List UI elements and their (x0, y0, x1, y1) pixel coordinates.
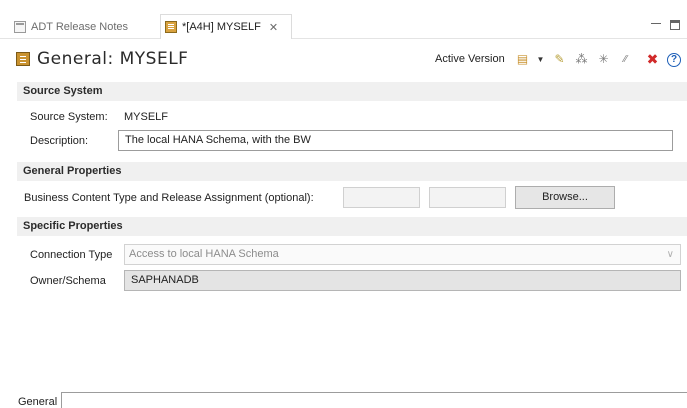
description-label: Description: (30, 135, 89, 147)
activate-icon[interactable]: ✎ (553, 53, 566, 66)
datasource-icon (16, 52, 30, 66)
release-assignment-field[interactable] (429, 187, 506, 208)
tab-label: *[A4H] MYSELF (182, 21, 261, 33)
connection-type-select[interactable]: Access to local HANA Schema ∨ (124, 244, 681, 265)
business-content-type-field[interactable] (343, 187, 420, 208)
tab-label: ADT Release Notes (31, 20, 129, 33)
network-icon[interactable]: ✳ (597, 53, 610, 66)
version-label: Active Version (435, 53, 505, 65)
error-icon[interactable]: ✖ (646, 52, 659, 66)
connection-type-label: Connection Type (30, 249, 113, 261)
source-system-label: Source System: (30, 111, 108, 123)
help-icon[interactable]: ? (667, 53, 681, 67)
editor-tab-bar: ADT Release Notes *[A4H] MYSELF ✕ (0, 14, 687, 39)
section-specific-properties: Specific Properties (17, 217, 687, 236)
source-system-value: MYSELF (124, 111, 169, 123)
page-title: General: MYSELF (37, 49, 189, 69)
section-source-system: Source System (17, 82, 687, 101)
connection-type-value: Access to local HANA Schema (129, 248, 279, 260)
tab-general[interactable]: General (18, 396, 57, 408)
owner-schema-field: SAPHANADB (124, 270, 681, 291)
editor-header: General: MYSELF Active Version ▤ ▼ ✎ ⁂ ✳… (0, 44, 687, 74)
edit-path-icon[interactable]: ⁄⁄ (619, 53, 632, 66)
chevron-down-icon[interactable]: ▼ (534, 53, 547, 66)
datasource-icon (165, 21, 177, 33)
tab-adt-release-notes[interactable]: ADT Release Notes (14, 14, 128, 39)
section-general-properties: General Properties (17, 162, 687, 181)
close-tab-icon[interactable]: ✕ (269, 21, 278, 34)
document-icon (14, 20, 26, 33)
description-field[interactable]: The local HANA Schema, with the BW (118, 130, 673, 151)
tab-myself[interactable]: *[A4H] MYSELF ✕ (160, 14, 292, 39)
chevron-down-icon: ∨ (666, 249, 674, 260)
show-version-icon[interactable]: ▤ (516, 53, 529, 66)
maximize-icon[interactable] (670, 20, 680, 30)
hierarchy-icon[interactable]: ⁂ (575, 53, 588, 66)
owner-schema-label: Owner/Schema (30, 275, 106, 287)
minimize-icon[interactable] (651, 23, 661, 25)
browse-button[interactable]: Browse... (515, 186, 615, 209)
bottom-tab-divider (61, 392, 687, 408)
business-content-label: Business Content Type and Release Assign… (24, 192, 314, 204)
